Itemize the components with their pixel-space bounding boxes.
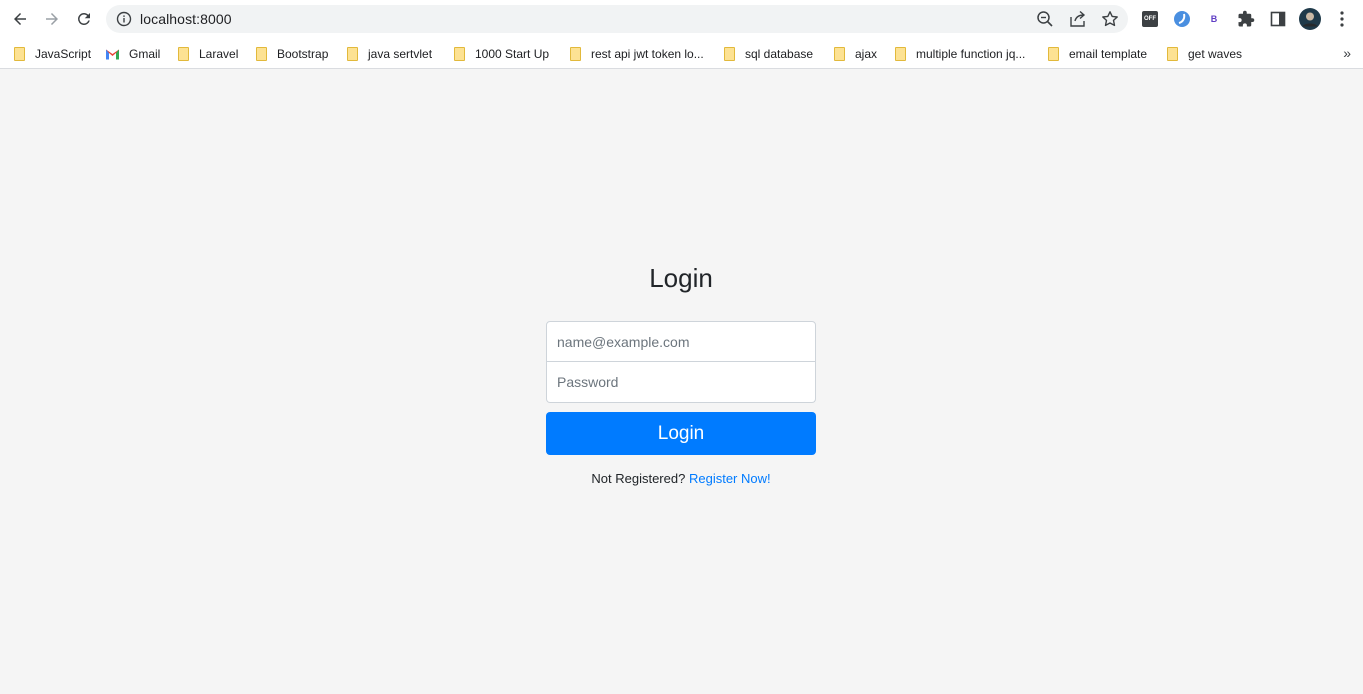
folder-icon <box>454 47 465 61</box>
bookmark-1000-start-up[interactable]: 1000 Start Up <box>454 43 549 65</box>
back-button[interactable] <box>8 7 32 31</box>
bookmark-java-servlet[interactable]: java sertvlet <box>347 43 432 65</box>
extension-off-icon: OFF <box>1142 11 1158 27</box>
bookmark-get-waves[interactable]: get waves <box>1167 43 1242 65</box>
extension-swirl-icon <box>1174 11 1190 27</box>
info-icon[interactable] <box>116 11 132 27</box>
register-prompt-line: Not Registered? Register Now! <box>546 471 816 486</box>
bookmark-label: multiple function jq... <box>916 47 1026 61</box>
login-button[interactable]: Login <box>546 412 816 455</box>
bookmark-label: email template <box>1069 47 1148 61</box>
register-link[interactable]: Register Now! <box>689 471 771 486</box>
folder-icon <box>570 47 581 61</box>
password-field[interactable] <box>546 362 816 403</box>
share-icon[interactable] <box>1069 10 1087 28</box>
reload-button[interactable] <box>72 7 96 31</box>
folder-icon <box>895 47 906 61</box>
folder-icon <box>256 47 267 61</box>
extension-b-button[interactable]: B <box>1204 9 1224 29</box>
bookmark-ajax[interactable]: ajax <box>834 43 877 65</box>
folder-icon <box>834 47 845 61</box>
arrow-right-icon <box>46 13 58 25</box>
bookmark-label: 1000 Start Up <box>475 47 550 61</box>
bookmark-label: Bootstrap <box>277 47 329 61</box>
bookmark-javascript[interactable]: JavaScript <box>14 43 91 65</box>
extension-off-button[interactable]: OFF <box>1140 9 1160 29</box>
extensions-button[interactable] <box>1236 9 1256 29</box>
folder-icon <box>1167 47 1178 61</box>
bookmark-label: Gmail <box>129 47 161 61</box>
bookmark-rest-api[interactable]: rest api jwt token lo... <box>570 43 704 65</box>
menu-button[interactable] <box>1332 9 1352 29</box>
address-url[interactable]: localhost:8000 <box>140 11 232 27</box>
page-title: Login <box>649 263 713 293</box>
bookmark-label: rest api jwt token lo... <box>591 47 704 61</box>
folder-icon <box>724 47 735 61</box>
avatar <box>1299 8 1321 30</box>
reload-icon <box>78 13 90 25</box>
forward-button[interactable] <box>40 7 64 31</box>
bookmark-label: Laravel <box>199 47 239 61</box>
folder-icon <box>1048 47 1059 61</box>
bookmark-multiple-function[interactable]: multiple function jq... <box>895 43 1025 65</box>
bookmark-label: sql database <box>745 47 814 61</box>
bookmark-label: JavaScript <box>35 47 92 61</box>
bookmark-gmail[interactable]: Gmail <box>105 43 160 65</box>
side-panel-icon <box>1270 11 1286 27</box>
browser-toolbar: localhost:8000 OFF B <box>0 0 1363 38</box>
bookmark-email-template[interactable]: email template <box>1048 43 1147 65</box>
bookmark-laravel[interactable]: Laravel <box>178 43 238 65</box>
bookmark-label: java sertvlet <box>368 47 433 61</box>
bookmark-label: get waves <box>1188 47 1243 61</box>
bookmarks-bar: JavaScript Gmail Laravel Bootstrap java … <box>0 38 1363 69</box>
login-form <box>546 321 816 403</box>
zoom-icon[interactable] <box>1036 10 1054 28</box>
folder-icon <box>14 47 25 61</box>
more-vert-icon <box>1340 11 1344 27</box>
extension-blue-button[interactable] <box>1172 9 1192 29</box>
email-field[interactable] <box>546 321 816 362</box>
side-panel-button[interactable] <box>1268 9 1288 29</box>
address-bar[interactable]: localhost:8000 <box>106 5 1128 33</box>
more-bookmarks-button[interactable]: » <box>1343 45 1351 61</box>
bookmark-sql-database[interactable]: sql database <box>724 43 813 65</box>
folder-icon <box>347 47 358 61</box>
bookmark-bootstrap[interactable]: Bootstrap <box>256 43 328 65</box>
puzzle-icon <box>1238 10 1255 27</box>
extension-b-icon: B <box>1210 14 1218 24</box>
star-icon[interactable] <box>1101 10 1119 28</box>
bookmark-label: ajax <box>855 47 878 61</box>
arrow-left-icon <box>14 13 26 25</box>
folder-icon <box>178 47 189 61</box>
register-prompt: Not Registered? <box>591 471 686 486</box>
gmail-icon <box>106 49 119 60</box>
profile-button[interactable] <box>1299 8 1321 30</box>
